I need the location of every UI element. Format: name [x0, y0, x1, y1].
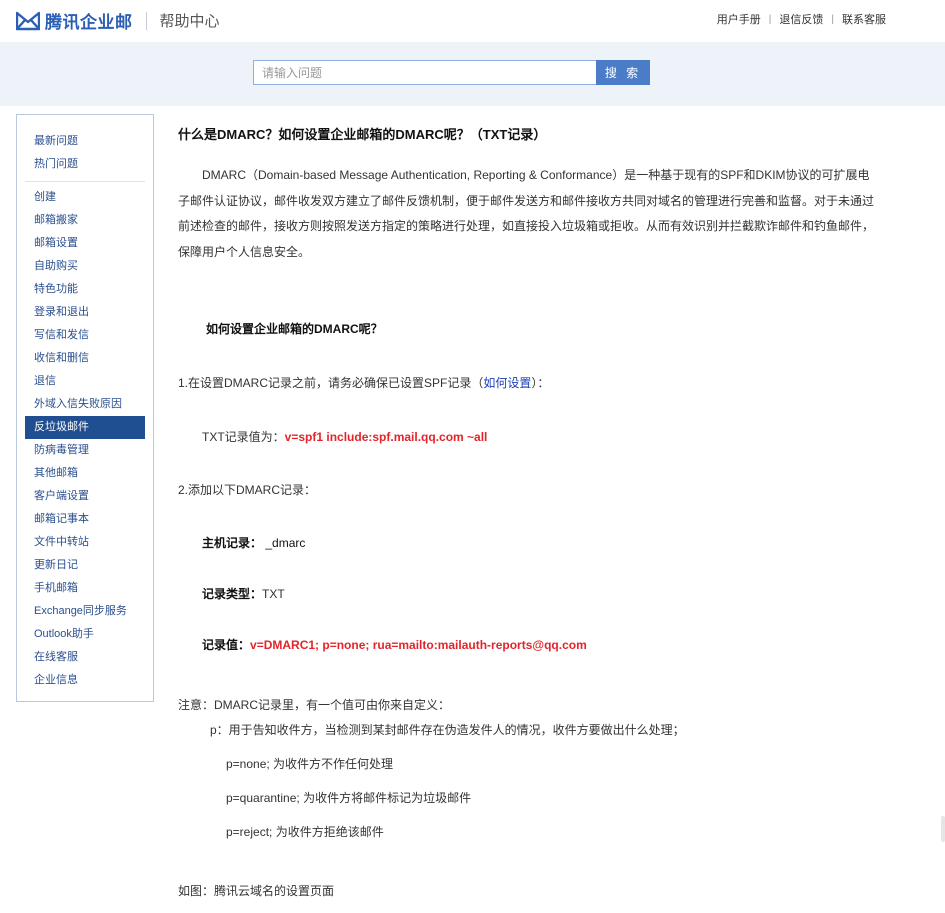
sidebar-item-features[interactable]: 特色功能 [17, 278, 153, 301]
user-manual-link[interactable]: 用户手册 [717, 11, 761, 27]
sidebar-item-anti-spam[interactable]: 反垃圾邮件 [25, 416, 145, 439]
figure-caption: 如图：腾讯云域名的设置页面 [178, 884, 335, 898]
top-bar: 腾讯企业邮 帮助中心 用户手册 | 退信反馈 | 联系客服 [0, 0, 945, 42]
sidebar-item-create[interactable]: 创建 [17, 186, 153, 209]
article-intro: DMARC（Domain-based Message Authenticatio… [178, 168, 875, 259]
sidebar-item-outlook-helper[interactable]: Outlook助手 [17, 623, 153, 646]
sidebar-item-client-settings[interactable]: 客户端设置 [17, 485, 153, 508]
txt-record-label: TXT记录值为： [202, 430, 285, 444]
search-input[interactable] [253, 60, 603, 85]
sidebar-item-notepad[interactable]: 邮箱记事本 [17, 508, 153, 531]
sidebar-item-changelog[interactable]: 更新日记 [17, 554, 153, 577]
sidebar-item-antivirus[interactable]: 防病毒管理 [17, 439, 153, 462]
search-button[interactable]: 搜 索 [596, 60, 650, 85]
sidebar-item-mobile-mail[interactable]: 手机邮箱 [17, 577, 153, 600]
p-none-option: p=none; 为收件方不作任何处理 [226, 757, 394, 771]
step-1: 1.在设置DMARC记录之前，请务必确保已设置SPF记录（如何设置）： [178, 374, 549, 391]
sidebar-item-self-purchase[interactable]: 自助购买 [17, 255, 153, 278]
how-to-set-link[interactable]: 如何设置 [483, 376, 531, 390]
host-record-line: 主机记录： _dmarc [202, 534, 305, 551]
p-quarantine-option: p=quarantine; 为收件方将邮件标记为垃圾邮件 [226, 791, 472, 805]
article-title: 什么是DMARC？如何设置企业邮箱的DMARC呢？（TXT记录） [178, 127, 547, 142]
sidebar-nav: 最新问题 热门问题 创建 邮箱搬家 邮箱设置 自助购买 特色功能 登录和退出 写… [16, 114, 154, 702]
sidebar-item-latest[interactable]: 最新问题 [17, 130, 153, 153]
sidebar-item-company-info[interactable]: 企业信息 [17, 669, 153, 692]
record-value-value: v=DMARC1; p=none; rua=mailto:mailauth-re… [250, 638, 587, 652]
record-type-line: 记录类型：TXT [202, 585, 285, 602]
sidebar-item-other-mailbox[interactable]: 其他邮箱 [17, 462, 153, 485]
link-separator: | [831, 13, 834, 25]
step-2: 2.添加以下DMARC记录： [178, 483, 317, 497]
sidebar-item-mailbox-migration[interactable]: 邮箱搬家 [17, 209, 153, 232]
step-1-suffix: ）： [531, 376, 550, 390]
sidebar-item-external-fail[interactable]: 外域入信失败原因 [17, 393, 153, 416]
record-value-line: 记录值：v=DMARC1; p=none; rua=mailto:mailaut… [202, 636, 587, 653]
scrollbar-thumb[interactable] [941, 816, 945, 842]
txt-record-line: TXT记录值为：v=spf1 include:spf.mail.qq.com ~… [202, 428, 487, 445]
step-1-text: 1.在设置DMARC记录之前，请务必确保已设置SPF记录（ [178, 376, 484, 390]
logo[interactable]: 腾讯企业邮 帮助中心 [16, 8, 220, 33]
host-record-value: _dmarc [265, 536, 306, 550]
header-links: 用户手册 | 退信反馈 | 联系客服 [717, 11, 886, 27]
sidebar-group-categories: 创建 邮箱搬家 邮箱设置 自助购买 特色功能 登录和退出 写信和发信 收信和删信… [17, 186, 153, 692]
sidebar-item-login-logout[interactable]: 登录和退出 [17, 301, 153, 324]
record-value-label: 记录值： [202, 638, 251, 652]
envelope-logo-icon [16, 11, 40, 30]
contact-support-link[interactable]: 联系客服 [842, 11, 886, 27]
sidebar-item-bounce[interactable]: 退信 [17, 370, 153, 393]
sidebar-item-file-transfer[interactable]: 文件中转站 [17, 531, 153, 554]
record-type-value: TXT [262, 587, 285, 601]
sidebar-item-mailbox-settings[interactable]: 邮箱设置 [17, 232, 153, 255]
note-text: 注意：DMARC记录里，有一个值可由你来自定义： [178, 698, 450, 712]
record-type-label: 记录类型： [202, 587, 263, 601]
brand-name: 腾讯企业邮 [45, 13, 133, 32]
sidebar-item-popular[interactable]: 热门问题 [17, 153, 153, 176]
link-separator: | [768, 13, 772, 25]
sidebar-item-online-support[interactable]: 在线客服 [17, 646, 153, 669]
p-description: p：用于告知收件方，当检测到某封邮件存在伪造发件人的情况，收件方要做出什么处理； [210, 723, 685, 737]
sidebar-item-receive-delete[interactable]: 收信和删信 [17, 347, 153, 370]
logo-divider [145, 11, 147, 30]
sidebar-divider [25, 181, 145, 182]
host-record-label: 主机记录： [202, 536, 263, 550]
sidebar-group-top: 最新问题 热门问题 [17, 115, 153, 176]
help-center-title: 帮助中心 [159, 13, 220, 30]
bounce-feedback-link[interactable]: 退信反馈 [779, 11, 823, 27]
sidebar-item-exchange-sync[interactable]: Exchange同步服务 [17, 600, 153, 623]
p-reject-option: p=reject; 为收件方拒绝该邮件 [226, 825, 384, 839]
search-band: 搜 索 [0, 42, 945, 106]
txt-record-value: v=spf1 include:spf.mail.qq.com ~all [284, 430, 488, 444]
article-subheading: 如何设置企业邮箱的DMARC呢？ [206, 322, 383, 336]
sidebar-item-compose-send[interactable]: 写信和发信 [17, 324, 153, 347]
